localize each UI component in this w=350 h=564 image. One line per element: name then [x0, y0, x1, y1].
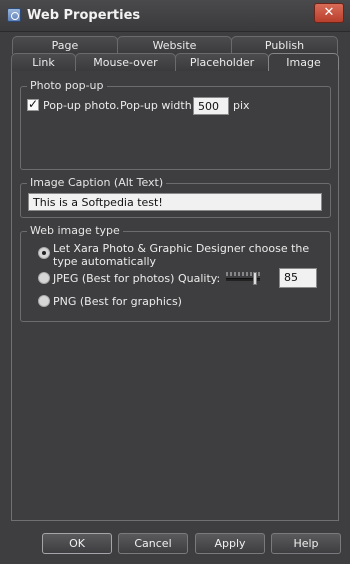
tab-page[interactable]: Page — [12, 36, 118, 54]
popup-width-label: Pop-up width: — [120, 99, 196, 112]
quality-label: Quality: — [178, 272, 221, 285]
popup-width-input[interactable]: 500 — [193, 97, 229, 115]
png-radio[interactable] — [38, 295, 50, 307]
cancel-button[interactable]: Cancel — [118, 533, 188, 554]
tab-image[interactable]: Image — [268, 53, 339, 71]
help-button[interactable]: Help — [271, 533, 341, 554]
tab-link[interactable]: Link — [11, 53, 76, 71]
popup-width-unit: pix — [233, 99, 250, 112]
tab-website[interactable]: Website — [117, 36, 232, 54]
close-button[interactable]: ✕ — [314, 3, 344, 23]
popup-photo-checkbox[interactable] — [27, 97, 39, 111]
tab-mouse-over[interactable]: Mouse-over — [75, 53, 176, 71]
tab-publish[interactable]: Publish — [231, 36, 338, 54]
tab-placeholder[interactable]: Placeholder — [175, 53, 269, 71]
window-title: Web Properties — [27, 8, 141, 23]
title-bar: Web Properties ✕ — [0, 0, 350, 32]
apply-button[interactable]: Apply — [195, 533, 265, 554]
jpeg-label: JPEG (Best for photos) — [53, 272, 175, 285]
auto-type-label: Let Xara Photo & Graphic Designer choose… — [53, 242, 310, 268]
auto-type-radio[interactable] — [38, 247, 50, 259]
jpeg-radio[interactable] — [38, 272, 50, 284]
caption-legend: Image Caption (Alt Text) — [27, 176, 167, 189]
photo-popup-legend: Photo pop-up — [27, 79, 107, 92]
quality-input[interactable]: 85 — [279, 268, 317, 288]
ok-button[interactable]: OK — [42, 533, 112, 554]
png-label: PNG (Best for graphics) — [53, 295, 182, 308]
app-icon — [7, 8, 21, 22]
alt-text-input[interactable]: This is a Softpedia test! — [28, 193, 322, 211]
quality-slider-thumb[interactable] — [253, 272, 257, 285]
popup-photo-label: Pop-up photo. — [43, 99, 120, 112]
web-image-type-legend: Web image type — [27, 224, 123, 237]
